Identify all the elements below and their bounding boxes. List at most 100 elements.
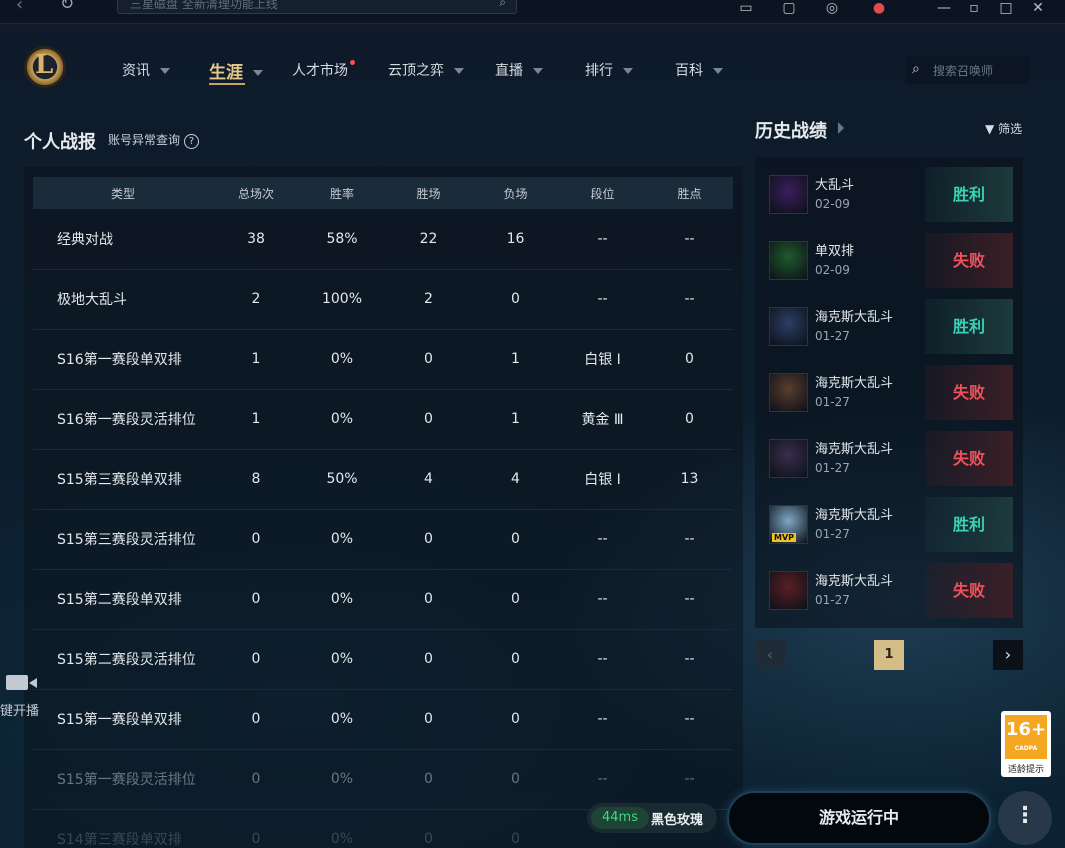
nav-label: 云顶之弈 (388, 63, 444, 79)
stat-cell: -- (646, 629, 733, 690)
window-mode-icon[interactable]: ▫ (963, 0, 985, 20)
column-header: 胜点 (646, 177, 733, 209)
chevron-down-icon (160, 68, 170, 74)
stat-cell: 白银 Ⅰ (559, 329, 646, 390)
stats-panel: 类型 总场次 胜率 胜场 负场 段位 胜点 经典对战 38 58% 22 16 -- -- 极… (24, 167, 743, 848)
stat-cell: 0 (385, 749, 472, 810)
voice-icon[interactable]: ◎ (821, 0, 843, 20)
match-result: 胜利 (925, 299, 1013, 354)
prev-page-button[interactable]: ‹ (755, 640, 785, 670)
column-header: 段位 (559, 177, 646, 209)
stat-cell: 白银 Ⅰ (559, 449, 646, 510)
table-header-row: 类型 总场次 胜率 胜场 负场 段位 胜点 (33, 177, 733, 209)
more-menu-button[interactable]: ⋮ (998, 791, 1052, 845)
nav-item-talent-market[interactable]: 人才市场 (292, 60, 355, 80)
table-row: S15第三赛段灵活排位 0 0% 0 0 -- -- (33, 509, 733, 570)
stat-cell: 0 (213, 689, 299, 750)
stat-cell: -- (646, 569, 733, 630)
stat-cell: 0 (385, 629, 472, 690)
nav-label: 人才市场 (292, 63, 348, 79)
match-date: 02-09 (815, 197, 850, 211)
server-status[interactable]: 44ms 黑色玫瑰 (587, 803, 717, 833)
match-row[interactable]: 海克斯大乱斗 01-27 胜利 (755, 289, 1023, 355)
stat-cell: 0 (213, 809, 299, 848)
match-row[interactable]: 海克斯大乱斗 01-27 失败 (755, 553, 1023, 619)
stat-cell: 22 (385, 209, 472, 270)
stat-cell: 0 (385, 329, 472, 390)
table-row: S16第一赛段单双排 1 0% 0 1 白银 Ⅰ0 (33, 329, 733, 390)
avatar[interactable]: ● (868, 0, 890, 20)
column-header: 负场 (472, 177, 559, 209)
back-arrow-icon[interactable]: ‹ (16, 0, 23, 15)
stat-cell: 0 (646, 389, 733, 450)
match-row[interactable]: 大乱斗 02-09 胜利 (755, 157, 1023, 223)
nav-item-news[interactable]: 资讯 (122, 60, 170, 80)
help-icon[interactable]: ? (184, 134, 200, 149)
page-number[interactable]: 1 (874, 640, 904, 670)
match-date: 01-27 (815, 395, 850, 409)
active-underline (209, 83, 245, 85)
stats-title: 个人战报 (24, 132, 96, 153)
stat-cell: -- (646, 689, 733, 750)
queue-type-cell: S16第一赛段灵活排位 (33, 389, 213, 450)
match-result: 胜利 (925, 167, 1013, 222)
chevron-down-icon (533, 68, 543, 74)
stat-cell: 0 (385, 809, 472, 848)
next-page-button[interactable]: › (993, 640, 1023, 670)
one-click-stream-label[interactable]: 一键开播 (0, 700, 39, 719)
chat-icon[interactable]: ▭ (735, 0, 757, 20)
camera-icon[interactable] (6, 672, 37, 692)
nav-item-ranking[interactable]: 排行 (585, 60, 633, 80)
close-icon[interactable]: ✕ (1027, 0, 1049, 20)
champion-avatar (769, 241, 808, 280)
stat-cell: 8 (213, 449, 299, 510)
chevron-right-icon[interactable] (838, 122, 844, 134)
nav-item-wiki[interactable]: 百科 (675, 60, 723, 80)
queue-type-cell: S16第一赛段单双排 (33, 329, 213, 390)
stat-cell: 0 (472, 269, 559, 330)
chevron-down-icon (253, 70, 263, 76)
mail-icon[interactable]: ▢ (778, 0, 800, 20)
match-history-list: 大乱斗 02-09 胜利 单双排 02-09 失败 海克斯大乱斗 01-27 胜利 海克斯大乱斗 0… (755, 157, 1023, 628)
nav-item-live[interactable]: 直播 (495, 60, 543, 80)
stat-cell: -- (559, 209, 646, 270)
stat-cell: 0% (299, 389, 385, 450)
match-date: 01-27 (815, 329, 850, 343)
match-row[interactable]: MVP 海克斯大乱斗 01-27 胜利 (755, 487, 1023, 553)
stat-cell: 4 (472, 449, 559, 510)
game-running-button[interactable]: 游戏运行中 (727, 791, 991, 845)
match-result: 失败 (925, 233, 1013, 288)
match-row[interactable]: 海克斯大乱斗 01-27 失败 (755, 421, 1023, 487)
stat-cell: 16 (472, 209, 559, 270)
column-header: 胜场 (385, 177, 472, 209)
maximize-icon[interactable]: □ (995, 0, 1017, 20)
summoner-search-input[interactable]: ⌕ 搜索召唤师 (905, 56, 1030, 84)
minimize-icon[interactable]: — (933, 0, 955, 20)
account-anomaly-link[interactable]: 账号异常查询? (108, 131, 200, 149)
stat-cell: 0 (385, 569, 472, 630)
stat-cell: -- (559, 569, 646, 630)
nav-item-career[interactable]: 生涯 (209, 58, 263, 85)
queue-type-cell: 极地大乱斗 (33, 269, 213, 330)
stat-cell: 58% (299, 209, 385, 270)
table-row: S15第一赛段灵活排位 0 0% 0 0 -- -- (33, 749, 733, 810)
search-icon[interactable]: ⌕ (499, 0, 506, 10)
match-row[interactable]: 海克斯大乱斗 01-27 失败 (755, 355, 1023, 421)
stat-cell: -- (646, 269, 733, 330)
lol-logo[interactable]: L (24, 46, 66, 88)
logo-letter: L (35, 50, 54, 80)
match-row[interactable]: 单双排 02-09 失败 (755, 223, 1023, 289)
champion-avatar (769, 307, 808, 346)
queue-type-cell: S15第二赛段灵活排位 (33, 629, 213, 690)
match-mode: 海克斯大乱斗 (815, 376, 894, 391)
refresh-icon[interactable]: ↻ (60, 0, 74, 14)
top-search-input[interactable]: 三星磁盘 全新清理功能上线 ⌕ (117, 0, 517, 14)
stat-cell: 0 (385, 509, 472, 570)
history-title[interactable]: 历史战绩 (755, 117, 827, 143)
filter-button[interactable]: ▼ 筛选 (985, 120, 1022, 137)
stat-cell: -- (559, 749, 646, 810)
match-mode: 海克斯大乱斗 (815, 442, 894, 457)
main-nav: L 资讯 生涯 人才市场 云顶之弈 直播 排行 百科 ⌕ 搜索召唤师 (0, 40, 1065, 100)
nav-item-tft[interactable]: 云顶之弈 (388, 60, 464, 80)
stat-cell: 0 (472, 749, 559, 810)
